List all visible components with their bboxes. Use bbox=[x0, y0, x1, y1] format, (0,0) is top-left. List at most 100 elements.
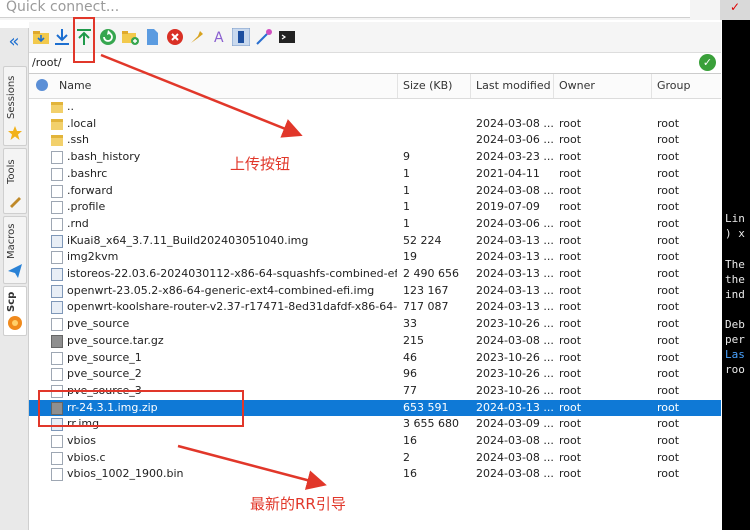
file-size: 1 bbox=[403, 183, 410, 197]
file-name: pve_source.tar.gz bbox=[67, 333, 164, 347]
new-folder-icon[interactable] bbox=[121, 28, 139, 46]
file-row[interactable]: vbios 16 2024-03-08 ... root root bbox=[29, 433, 721, 449]
file-name: vbios_1002_1900.bin bbox=[67, 467, 184, 481]
tab-tools[interactable]: Tools bbox=[3, 148, 27, 214]
file-row[interactable]: iKuai8_x64_3.7.11_Build202403051040.img 5… bbox=[29, 233, 721, 249]
file-modified: 2023-10-26 ... bbox=[476, 317, 554, 331]
file-row[interactable]: openwrt-koolshare-router-v2.37-r17471-8e… bbox=[29, 299, 721, 315]
file-icon bbox=[51, 451, 63, 465]
file-size: 46 bbox=[403, 350, 417, 364]
quick-connect-input[interactable]: Quick connect... bbox=[0, 0, 690, 18]
file-modified: 2024-03-13 ... bbox=[476, 267, 554, 280]
file-modified: 2024-03-08 ... bbox=[476, 467, 554, 481]
terminal-line: Deb bbox=[725, 318, 745, 331]
file-group: root bbox=[657, 417, 680, 431]
file-row[interactable]: .profile 1 2019-07-09 root root bbox=[29, 199, 721, 215]
file-name: vbios.c bbox=[67, 450, 106, 464]
tab-sessions[interactable]: Sessions bbox=[3, 66, 27, 146]
file-modified: 2024-03-13 ... bbox=[476, 300, 554, 314]
file-row[interactable]: pve_source_1 46 2023-10-26 ... root root bbox=[29, 350, 721, 366]
file-row[interactable]: .local 2024-03-08 ... root root bbox=[29, 116, 721, 132]
tab-macros[interactable]: Macros bbox=[3, 216, 27, 284]
globe-icon bbox=[8, 316, 22, 330]
column-size[interactable]: Size (KB) bbox=[397, 74, 470, 98]
file-row[interactable]: istoreos-22.03.6-2024030112-x86-64-squas… bbox=[29, 266, 721, 282]
edit-icon[interactable] bbox=[255, 28, 273, 46]
file-row[interactable]: .forward 1 2024-03-08 ... root root bbox=[29, 183, 721, 199]
column-modified[interactable]: Last modified bbox=[470, 74, 553, 98]
properties-icon[interactable] bbox=[188, 28, 206, 46]
file-owner: root bbox=[559, 367, 582, 381]
file-icon bbox=[51, 468, 63, 482]
column-group[interactable]: Group bbox=[651, 74, 721, 98]
file-row[interactable]: .ssh 2024-03-06 ... root root bbox=[29, 132, 721, 148]
path-bar[interactable]: /root/ ✓ bbox=[29, 53, 721, 74]
sftp-browser: A /root/ ✓ Name Size (KB) Last modified … bbox=[29, 22, 721, 530]
file-group: root bbox=[657, 283, 680, 297]
file-modified: 2024-03-08 ... bbox=[476, 333, 554, 347]
star-icon bbox=[8, 126, 22, 140]
file-row[interactable]: pve_source_2 96 2023-10-26 ... root root bbox=[29, 366, 721, 382]
file-size: 653 591 bbox=[403, 400, 449, 414]
column-owner[interactable]: Owner bbox=[553, 74, 651, 98]
file-modified: 2021-04-11 bbox=[476, 166, 540, 180]
file-row[interactable]: vbios_1002_1900.bin 16 2024-03-08 ... root r… bbox=[29, 466, 721, 482]
rename-icon[interactable]: A bbox=[210, 28, 228, 46]
corner-area: ✓ bbox=[720, 0, 750, 20]
file-owner: root bbox=[559, 450, 582, 464]
tab-sessions-label: Sessions bbox=[6, 75, 17, 119]
path-text[interactable]: /root/ bbox=[32, 56, 61, 69]
file-row[interactable]: .bash_history 9 2024-03-23 ... root root bbox=[29, 149, 721, 165]
corner-icon: ✓ bbox=[730, 0, 741, 14]
disk-image-icon bbox=[51, 284, 63, 298]
file-modified: 2023-10-26 ... bbox=[476, 350, 554, 364]
folder-icon bbox=[51, 118, 63, 130]
file-row[interactable]: pve_source 33 2023-10-26 ... root root bbox=[29, 316, 721, 332]
collapse-panel-icon[interactable]: « bbox=[4, 32, 24, 52]
folder-icon bbox=[51, 135, 63, 147]
file-owner: root bbox=[559, 467, 582, 481]
file-row[interactable]: .. bbox=[29, 99, 721, 115]
select-all-icon[interactable] bbox=[36, 79, 48, 91]
file-group: root bbox=[657, 300, 680, 314]
file-owner: root bbox=[559, 250, 582, 264]
column-name[interactable]: Name bbox=[54, 74, 397, 98]
file-owner: root bbox=[559, 417, 582, 431]
file-icon bbox=[51, 351, 63, 365]
terminal-line: Las bbox=[725, 348, 745, 361]
file-size: 215 bbox=[403, 333, 424, 347]
tab-scp[interactable]: Scp bbox=[3, 286, 27, 336]
file-highlight-box bbox=[38, 390, 244, 427]
file-size: 19 bbox=[403, 250, 417, 264]
file-row[interactable]: openwrt-23.05.2-x86-64-generic-ext4-comb… bbox=[29, 283, 721, 299]
file-name: .profile bbox=[67, 200, 106, 214]
terminal-panel[interactable]: Lin) x The the ind Deb per Las roo bbox=[722, 20, 750, 530]
file-row[interactable]: .rnd 1 2024-03-06 ... root root bbox=[29, 216, 721, 232]
file-modified: 2024-03-08 ... bbox=[476, 450, 554, 464]
file-icon bbox=[51, 435, 63, 448]
open-folder-icon[interactable] bbox=[32, 28, 50, 46]
file-size: 717 087 bbox=[403, 300, 449, 314]
refresh-icon[interactable] bbox=[99, 28, 117, 46]
top-bar: Quick connect... ✓ bbox=[0, 0, 750, 20]
checkmark-icon[interactable]: ✓ bbox=[699, 54, 716, 71]
delete-icon[interactable] bbox=[166, 28, 184, 46]
file-owner: root bbox=[559, 317, 582, 331]
file-owner: root bbox=[559, 434, 582, 447]
file-row[interactable]: img2kvm 19 2024-03-13 ... root root bbox=[29, 249, 721, 265]
download-icon[interactable] bbox=[53, 28, 71, 46]
new-file-icon[interactable] bbox=[143, 28, 161, 46]
file-row[interactable]: vbios.c 2 2024-03-08 ... root root bbox=[29, 450, 721, 466]
file-modified: 2023-10-26 ... bbox=[476, 383, 554, 397]
terminal-icon[interactable] bbox=[278, 28, 296, 46]
file-name: .local bbox=[67, 116, 97, 130]
file-row[interactable]: .bashrc 1 2021-04-11 root root bbox=[29, 166, 721, 182]
file-name: .rnd bbox=[67, 216, 89, 230]
file-owner: root bbox=[559, 150, 582, 164]
file-modified: 2024-03-13 ... bbox=[476, 400, 554, 414]
file-size: 1 bbox=[403, 216, 410, 230]
file-row[interactable]: pve_source.tar.gz 215 2024-03-08 ... root ro… bbox=[29, 333, 721, 349]
file-icon bbox=[51, 251, 63, 265]
permissions-icon[interactable] bbox=[232, 28, 250, 46]
file-group: root bbox=[657, 350, 680, 364]
